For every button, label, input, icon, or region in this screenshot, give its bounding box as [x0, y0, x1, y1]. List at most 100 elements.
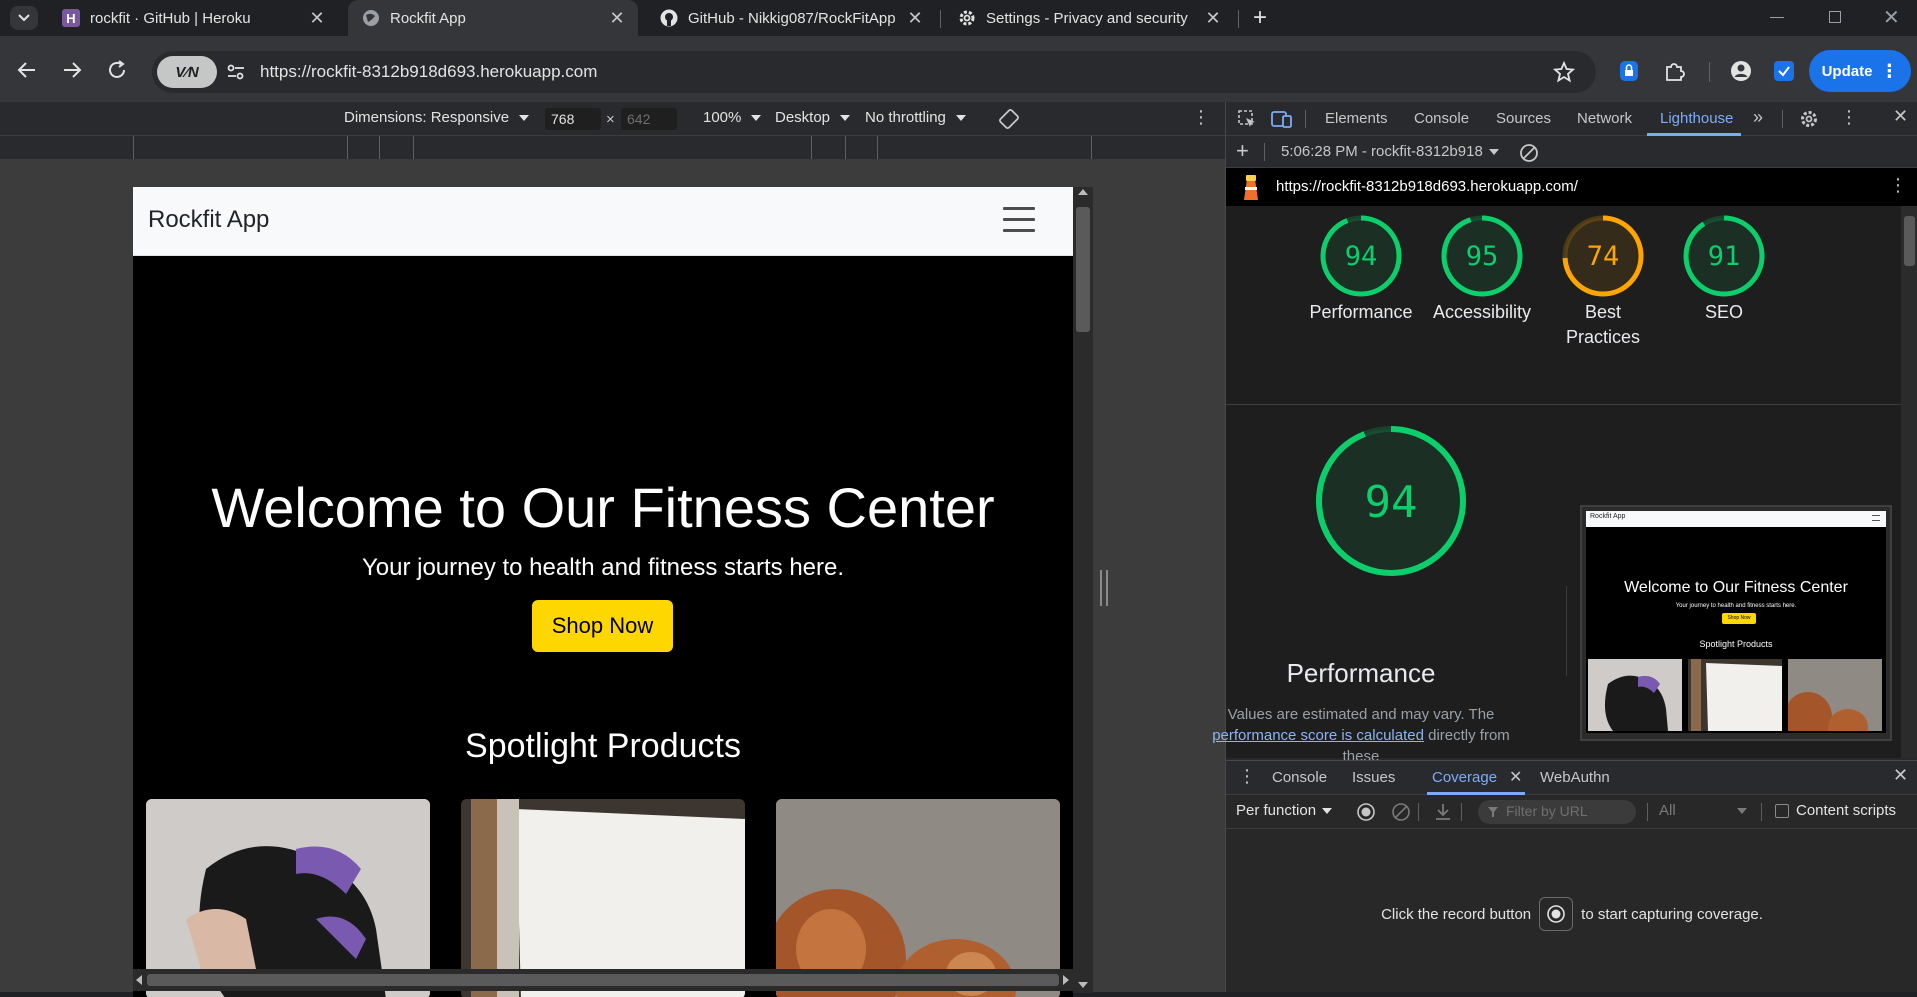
rotate-icon[interactable] — [998, 108, 1020, 130]
report-selector-dropdown[interactable]: 5:06:28 PM - rockfit-8312b918 — [1281, 143, 1499, 160]
profile-avatar-icon[interactable] — [1730, 60, 1752, 82]
update-button[interactable]: Update ⋮ — [1809, 50, 1911, 92]
bookmark-star-icon[interactable] — [1553, 61, 1575, 83]
scroll-up-arrow-icon[interactable] — [1078, 189, 1088, 195]
shield-extension-icon[interactable] — [1774, 61, 1794, 81]
product-card-boxing-gloves[interactable] — [776, 799, 1060, 997]
tab-rockfit[interactable]: Rockfit App ✕ — [348, 0, 638, 36]
type-filter-dropdown[interactable]: All — [1659, 802, 1749, 819]
close-drawer-icon[interactable]: ✕ — [1893, 765, 1908, 786]
tab-sources[interactable]: Sources — [1496, 110, 1551, 127]
new-tab-button[interactable]: + — [1247, 4, 1273, 31]
close-icon[interactable]: ✕ — [306, 7, 328, 29]
height-input[interactable]: 642 — [621, 108, 677, 130]
back-button[interactable] — [9, 52, 45, 88]
viewport-resize-handle[interactable] — [1100, 570, 1108, 606]
thumb-product-1 — [1588, 659, 1682, 731]
tab-title: Rockfit App — [390, 9, 466, 27]
tab-lighthouse[interactable]: Lighthouse — [1660, 110, 1733, 127]
password-manager-icon[interactable] — [1619, 60, 1639, 82]
content-scripts-checkbox[interactable] — [1775, 804, 1789, 818]
drawer-menu-icon[interactable]: ⋮ — [1238, 766, 1256, 787]
performance-big-label: Performance — [1286, 658, 1436, 688]
score-gauge-seo[interactable]: 91 SEO — [1669, 214, 1779, 325]
throttling-dropdown[interactable]: No throttling — [865, 109, 966, 126]
tab-github[interactable]: GitHub - Nikkig087/RockFitApp ✕ — [646, 0, 936, 36]
site-info-icon[interactable] — [226, 62, 246, 82]
report-url[interactable]: https://rockfit-8312b918d693.herokuapp.c… — [1276, 178, 1578, 195]
close-devtools-icon[interactable]: ✕ — [1893, 106, 1908, 127]
toolbar-divider — [1782, 110, 1783, 128]
url-filter-input[interactable]: Filter by URL — [1478, 800, 1636, 824]
thumb-product-2 — [1688, 659, 1782, 731]
zoom-dropdown[interactable]: 100% — [703, 109, 762, 126]
product-card-gloves[interactable] — [146, 799, 430, 997]
reload-button[interactable] — [99, 52, 135, 88]
devtools-drawer: ⋮ Console Issues Coverage ✕ WebAuthn ✕ P… — [1226, 760, 1917, 992]
tab-title: Settings - Privacy and security — [986, 9, 1188, 27]
scrollbar-thumb[interactable] — [1904, 216, 1915, 266]
tab-network[interactable]: Network — [1577, 110, 1632, 127]
url-text[interactable]: https://rockfit-8312b918d693.herokuapp.c… — [260, 62, 597, 82]
inspect-element-icon[interactable] — [1237, 109, 1257, 129]
devtools-menu-icon[interactable]: ⋮ — [1840, 107, 1858, 128]
record-icon[interactable] — [1356, 802, 1376, 822]
scroll-right-arrow-icon[interactable] — [1063, 975, 1069, 985]
close-coverage-tab-icon[interactable]: ✕ — [1509, 767, 1522, 787]
shop-now-button[interactable]: Shop Now — [532, 600, 673, 652]
new-report-plus-icon[interactable]: + — [1236, 138, 1249, 164]
close-icon[interactable]: ✕ — [1202, 7, 1224, 29]
report-menu-icon[interactable]: ⋮ — [1889, 175, 1907, 196]
performance-score-link[interactable]: performance score is calculated — [1212, 727, 1424, 744]
scrollbar-thumb[interactable] — [1076, 207, 1090, 332]
rockfit-page: Rockfit App Welcome to Our Fitness Cente… — [133, 187, 1073, 997]
width-input[interactable]: 768 — [545, 108, 601, 130]
site-brand[interactable]: Rockfit App — [148, 206, 269, 234]
caret-down-icon — [519, 114, 530, 121]
scroll-left-arrow-icon[interactable] — [136, 975, 142, 985]
restore-button[interactable] — [1829, 11, 1841, 23]
tab-console[interactable]: Console — [1414, 110, 1469, 127]
device-type-dropdown[interactable]: Desktop — [775, 109, 851, 126]
per-function-dropdown[interactable]: Per function — [1236, 802, 1333, 819]
page-horizontal-scrollbar[interactable] — [133, 969, 1073, 991]
toolbar-divider — [1264, 143, 1265, 161]
tab-elements[interactable]: Elements — [1325, 110, 1388, 127]
gauge-ring: 94 — [1320, 215, 1402, 297]
score-gauge-best-practices[interactable]: 74 Best Practices — [1548, 214, 1658, 350]
close-icon[interactable]: ✕ — [606, 7, 628, 29]
more-tabs-chevron-icon[interactable]: » — [1753, 107, 1763, 128]
drawer-tab-console[interactable]: Console — [1272, 769, 1327, 786]
report-scrollbar[interactable] — [1901, 206, 1917, 758]
drawer-tab-coverage[interactable]: Coverage — [1432, 769, 1497, 786]
score-gauge-accessibility[interactable]: 95 Accessibility — [1427, 214, 1537, 325]
tab-heroku[interactable]: H rockfit · GitHub | Heroku ✕ — [48, 0, 338, 36]
tab-search-button[interactable] — [10, 6, 38, 30]
device-toggle-icon[interactable] — [1271, 109, 1293, 129]
extensions-puzzle-icon[interactable] — [1663, 60, 1685, 82]
product-card-tape[interactable] — [461, 799, 745, 997]
close-icon[interactable]: ✕ — [904, 7, 926, 29]
dimensions-dropdown[interactable]: Dimensions: Responsive — [344, 109, 530, 126]
page-vertical-scrollbar[interactable] — [1073, 187, 1093, 993]
scrollbar-thumb[interactable] — [147, 974, 1059, 986]
scroll-down-arrow-icon[interactable] — [1078, 982, 1088, 988]
address-bar[interactable]: V∕N https://rockfit-8312b918d693.herokua… — [152, 51, 1596, 93]
hamburger-menu-icon[interactable] — [1003, 207, 1035, 233]
minimize-button[interactable] — [1770, 17, 1784, 18]
score-gauge-performance[interactable]: 94 Performance — [1306, 214, 1416, 325]
export-download-icon[interactable] — [1433, 802, 1453, 822]
clear-reports-icon[interactable] — [1519, 143, 1539, 163]
more-options-icon[interactable]: ⋮ — [1192, 107, 1210, 128]
settings-gear-icon[interactable] — [1799, 109, 1819, 129]
performance-big-gauge[interactable]: 94 — [1314, 424, 1468, 578]
forward-button[interactable] — [54, 52, 90, 88]
vpn-badge[interactable]: V∕N — [157, 56, 217, 88]
drawer-tab-issues[interactable]: Issues — [1352, 769, 1395, 786]
record-button[interactable] — [1539, 897, 1574, 931]
clear-coverage-icon[interactable] — [1391, 802, 1411, 822]
tab-settings[interactable]: Settings - Privacy and security ✕ — [944, 0, 1234, 36]
drawer-tab-webauthn[interactable]: WebAuthn — [1540, 769, 1610, 786]
final-screenshot-thumbnail[interactable]: Rockfit App Welcome to Our Fitness Cente… — [1580, 505, 1892, 741]
window-close-button[interactable]: ✕ — [1883, 5, 1900, 30]
